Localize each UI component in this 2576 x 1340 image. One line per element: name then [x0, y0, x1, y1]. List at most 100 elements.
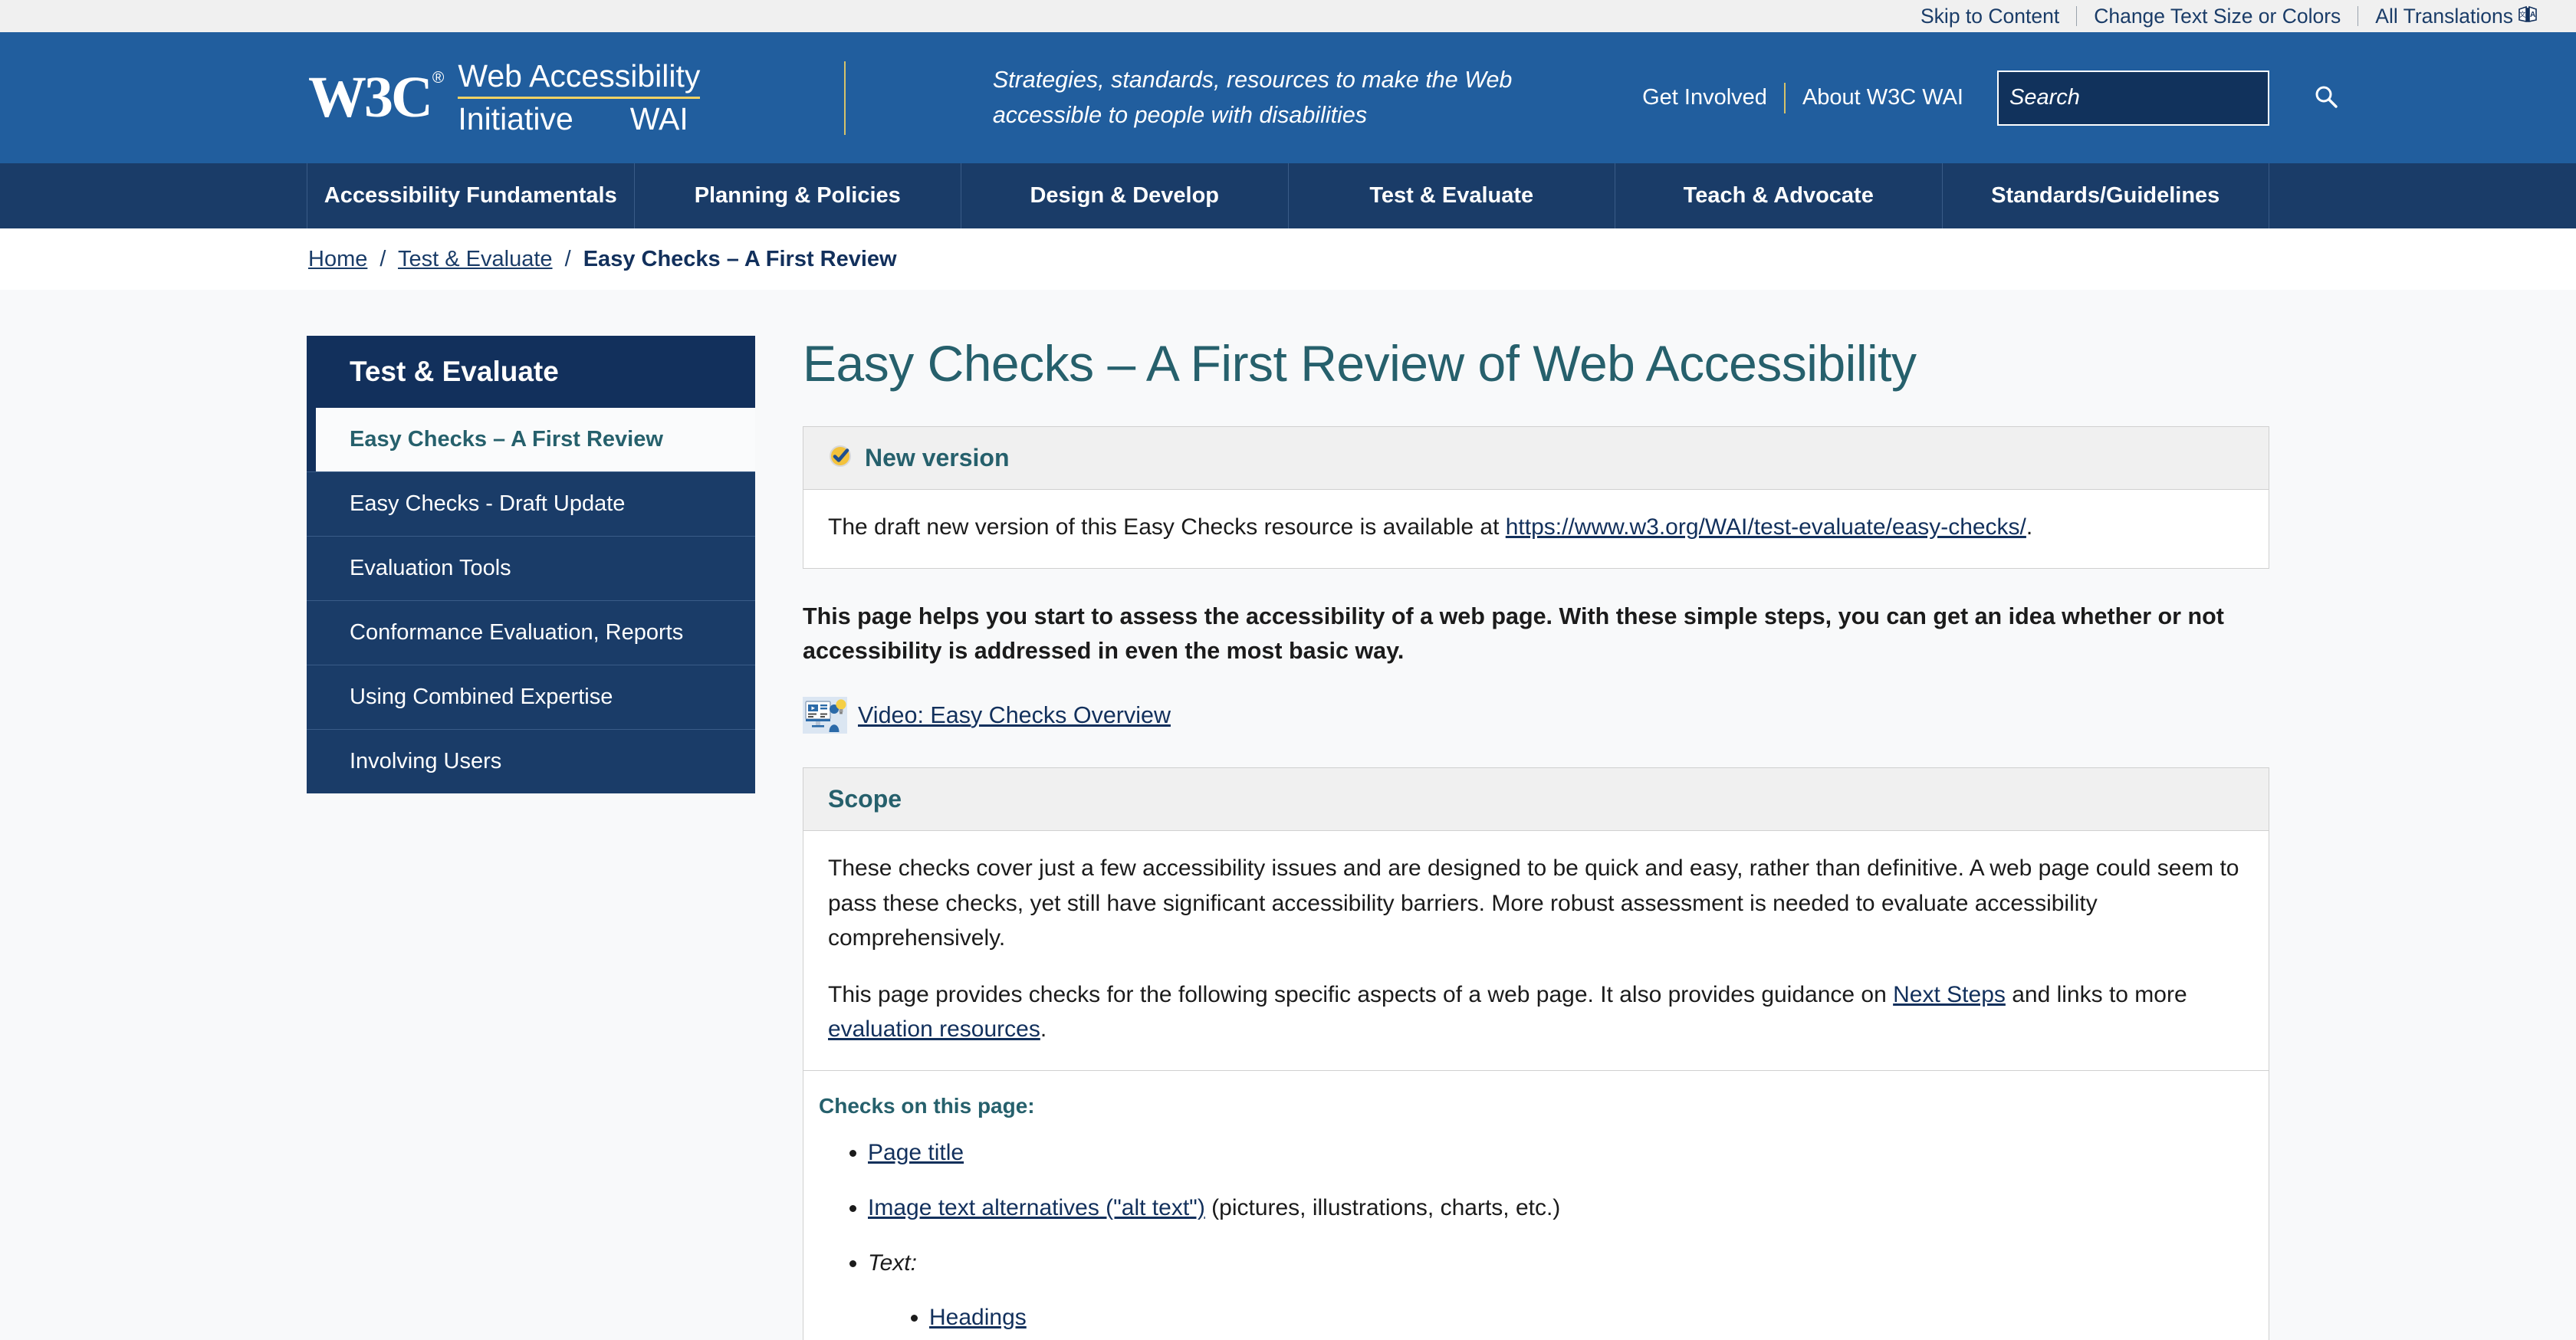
registered-trademark-icon: ®	[432, 69, 445, 87]
scope-panel-body: These checks cover just a few accessibil…	[803, 831, 2269, 1070]
header-right-group: Get Involved About W3C WAI	[1625, 70, 2338, 126]
sidebar-link-evaluation-tools[interactable]: Evaluation Tools	[307, 537, 755, 600]
checks-on-this-page-title: Checks on this page:	[819, 1093, 1035, 1118]
change-text-size-label: Change Text Size or Colors	[2094, 4, 2341, 28]
search-box[interactable]	[1996, 70, 2338, 126]
page-body: Test & Evaluate Easy Checks – A First Re…	[307, 290, 2269, 1340]
wai-abbrev-label: WAI	[629, 100, 688, 136]
checks-list: Page title Image text alternatives ("alt…	[819, 1135, 2244, 1335]
check-group-label-text: Text:	[868, 1250, 917, 1276]
main-content: Easy Checks – A First Review of Web Acce…	[803, 335, 2269, 1340]
translate-icon: 文 A	[2518, 5, 2538, 28]
check-link-headings[interactable]: Headings	[929, 1305, 1027, 1330]
sidebar-link-conformance-evaluation-reports[interactable]: Conformance Evaluation, Reports	[307, 601, 755, 665]
check-suffix-image-text-alternatives: (pictures, illustrations, charts, etc.)	[1204, 1194, 1561, 1220]
breadcrumb: Home / Test & Evaluate / Easy Checks – A…	[307, 247, 2269, 272]
page-title: Easy Checks – A First Review of Web Acce…	[803, 335, 1917, 392]
new-easy-checks-url-link[interactable]: https://www.w3.org/WAI/test-evaluate/eas…	[1506, 514, 2026, 540]
utility-bar: Skip to Content Change Text Size or Colo…	[0, 0, 2576, 32]
intro-paragraph: This page helps you start to assess the …	[803, 603, 2224, 665]
new-version-text: The draft new version of this Easy Check…	[828, 510, 2244, 545]
nav-teach-advocate[interactable]: Teach & Advocate	[1615, 163, 1943, 228]
change-text-size-or-colors-link[interactable]: Change Text Size or Colors	[2077, 6, 2358, 27]
video-overview-link[interactable]: Video: Easy Checks Overview	[858, 702, 1171, 729]
scope-p2-part1: This page provides checks for the follow…	[828, 981, 1894, 1007]
breadcrumb-test-evaluate-link[interactable]: Test & Evaluate	[398, 247, 553, 271]
w3c-logo: W3C ®	[308, 65, 445, 130]
breadcrumb-separator: /	[380, 246, 386, 271]
next-steps-link[interactable]: Next Steps	[1893, 982, 2006, 1007]
sidebar-item-using-combined-expertise[interactable]: Using Combined Expertise	[307, 665, 755, 729]
scope-paragraph-two: This page provides checks for the follow…	[828, 977, 2244, 1047]
sidebar-item-easy-checks-draft-update[interactable]: Easy Checks - Draft Update	[307, 471, 755, 536]
sidebar-item-evaluation-tools[interactable]: Evaluation Tools	[307, 536, 755, 600]
new-version-panel-header: New version	[803, 426, 2269, 490]
all-translations-link[interactable]: All Translations 文 A	[2358, 5, 2555, 28]
get-involved-link[interactable]: Get Involved	[1625, 85, 1784, 110]
scope-heading: Scope	[828, 785, 902, 813]
new-version-panel-body: The draft new version of this Easy Check…	[803, 490, 2269, 568]
sidebar-item-easy-checks-first-review[interactable]: Easy Checks – A First Review	[307, 408, 755, 471]
svg-text:文: 文	[2519, 10, 2526, 19]
new-version-panel: New version The draft new version of thi…	[803, 425, 2269, 569]
sidebar-item-involving-users[interactable]: Involving Users	[307, 729, 755, 793]
w3c-logo-text: W3C	[308, 65, 433, 130]
new-version-heading: New version	[865, 443, 1010, 471]
search-icon	[2313, 84, 2339, 112]
list-item: Headings	[929, 1300, 2244, 1335]
svg-text:A: A	[2530, 11, 2535, 19]
breadcrumb-current-page: Easy Checks – A First Review	[583, 246, 897, 271]
checks-sublist-text: Headings	[868, 1300, 2244, 1335]
header-divider	[844, 61, 846, 135]
site-tagline: Strategies, standards, resources to make…	[993, 63, 1513, 132]
skip-to-content-link[interactable]: Skip to Content	[1904, 6, 2076, 27]
new-version-text-suffix: .	[2026, 514, 2033, 540]
primary-navigation-list: Accessibility Fundamentals Planning & Po…	[307, 163, 2269, 228]
all-translations-label: All Translations	[2375, 4, 2513, 28]
check-link-page-title[interactable]: Page title	[868, 1140, 964, 1165]
sidebar-item-conformance-evaluation-reports[interactable]: Conformance Evaluation, Reports	[307, 600, 755, 665]
nav-planning-policies[interactable]: Planning & Policies	[635, 163, 961, 228]
wai-line-two: Initiative WAI	[458, 99, 700, 137]
primary-navigation: Accessibility Fundamentals Planning & Po…	[0, 163, 2576, 228]
video-overview-row: Video: Easy Checks Overview	[803, 697, 2269, 734]
wai-line-one: Web Accessibility	[458, 58, 701, 99]
check-link-image-text-alternatives[interactable]: Image text alternatives ("alt text")	[868, 1195, 1205, 1220]
breadcrumb-separator: /	[564, 246, 571, 271]
sidebar-title: Test & Evaluate	[307, 336, 755, 408]
sidebar-link-using-combined-expertise[interactable]: Using Combined Expertise	[307, 665, 755, 729]
wai-initiative-label: Initiative	[458, 100, 573, 136]
breadcrumb-bar: Home / Test & Evaluate / Easy Checks – A…	[0, 228, 2576, 290]
sidebar-link-easy-checks-first-review[interactable]: Easy Checks – A First Review	[316, 408, 755, 471]
sidebar-list: Easy Checks – A First Review Easy Checks…	[307, 408, 755, 793]
search-input[interactable]	[1998, 71, 2313, 124]
about-w3c-wai-link[interactable]: About W3C WAI	[1786, 85, 1980, 110]
skip-to-content-label: Skip to Content	[1921, 4, 2060, 28]
checks-on-this-page-block: Checks on this page: Page title Image te…	[803, 1069, 2269, 1340]
sidebar-link-easy-checks-draft-update[interactable]: Easy Checks - Draft Update	[307, 472, 755, 536]
tagline-line-two: accessible to people with disabilities	[992, 101, 1368, 128]
video-overview-icon	[803, 697, 847, 734]
sidebar-link-involving-users[interactable]: Involving Users	[307, 730, 755, 793]
scope-panel-header: Scope	[803, 768, 2269, 831]
wai-wordmark: Web Accessibility Initiative WAI	[458, 58, 701, 137]
list-item: Text: Headings	[868, 1246, 2244, 1335]
scope-p2-part3: .	[1040, 1016, 1047, 1043]
nav-standards-guidelines[interactable]: Standards/Guidelines	[1943, 163, 2269, 228]
scope-panel: Scope These checks cover just a few acce…	[803, 767, 2269, 1340]
site-header: W3C ® Web Accessibility Initiative WAI S…	[0, 32, 2576, 163]
breadcrumb-home-link[interactable]: Home	[308, 247, 367, 271]
scope-p2-part2: and links to more	[2005, 981, 2187, 1007]
sidebar: Test & Evaluate Easy Checks – A First Re…	[307, 336, 755, 1340]
new-version-text-prefix: The draft new version of this Easy Check…	[828, 514, 1506, 540]
tagline-line-one: Strategies, standards, resources to make…	[992, 67, 1513, 94]
nav-accessibility-fundamentals[interactable]: Accessibility Fundamentals	[307, 163, 635, 228]
w3c-wai-home-link[interactable]: W3C ® Web Accessibility Initiative WAI	[308, 58, 701, 137]
search-submit-button[interactable]	[2313, 72, 2339, 124]
utility-links: Skip to Content Change Text Size or Colo…	[1904, 5, 2555, 28]
evaluation-resources-link[interactable]: evaluation resources	[828, 1016, 1040, 1042]
nav-test-evaluate[interactable]: Test & Evaluate	[1289, 163, 1615, 228]
nav-design-develop[interactable]: Design & Develop	[961, 163, 1289, 228]
list-item: Page title	[868, 1135, 2244, 1170]
scope-paragraph-one: These checks cover just a few accessibil…	[828, 856, 2239, 951]
